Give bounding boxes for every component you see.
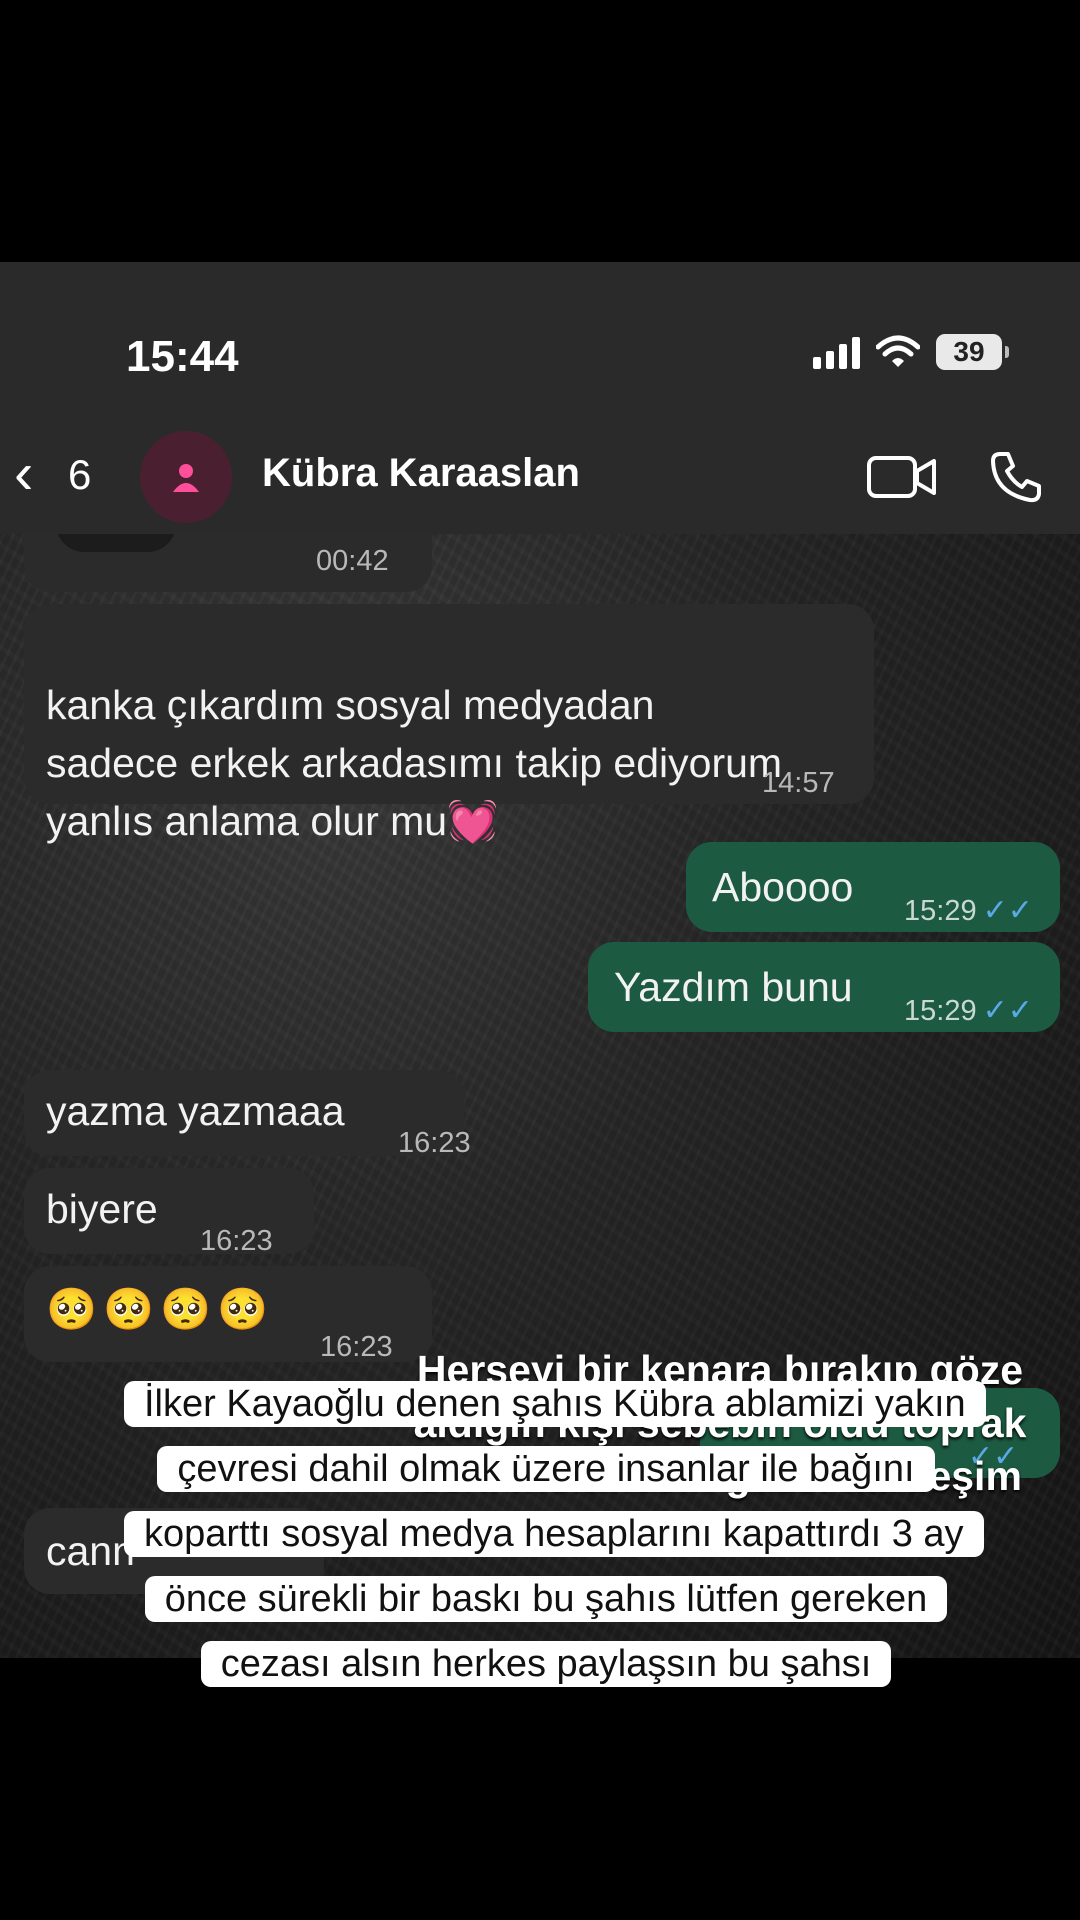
message-bubble-incoming[interactable]: kanka çıkardım sosyal medyadan sadece er… (24, 604, 874, 844)
phone-call-icon[interactable] (988, 449, 1044, 505)
message-text: kanka çıkardım sosyal medyadan sadece er… (46, 682, 783, 844)
message-time: 16:23 (320, 1331, 393, 1363)
top-bar: 15:44 39 ‹ 6 Kübra Karaaslan (0, 262, 1080, 534)
message-text: Yazdım bunu (614, 964, 853, 1010)
message-time: 16:23 (398, 1127, 471, 1159)
message-time: 00:42 (316, 545, 389, 577)
message-time: 14:57 (762, 767, 835, 799)
message-time: 15:29 (904, 895, 977, 927)
contact-name[interactable]: Kübra Karaaslan (262, 451, 580, 496)
message-time-row: 15:29 ✓✓ (904, 882, 1033, 940)
message-text: 🥺🥺🥺🥺 (46, 1286, 275, 1332)
message-bubble-incoming[interactable]: yazma yazmaaa 16:23 (24, 1070, 471, 1159)
message-time: 16:23 (200, 1225, 273, 1257)
message-text: biyere (46, 1186, 158, 1232)
video-call-icon[interactable] (866, 453, 938, 501)
battery-icon: 39 (936, 334, 1009, 370)
status-icons: 39 (813, 334, 1009, 370)
person-icon (173, 464, 199, 492)
read-ticks-icon: ✓✓ (982, 894, 1033, 927)
status-time: 15:44 (126, 332, 239, 381)
message-bubble-outgoing[interactable]: Aboooo 15:29 ✓✓ (686, 842, 1060, 932)
unread-count[interactable]: 6 (68, 451, 91, 499)
message-bubble-incoming[interactable]: biyere 16:23 (24, 1168, 314, 1257)
message-text: Aboooo (712, 864, 854, 910)
message-bubble-incoming[interactable]: 🥺🥺🥺🥺 16:23 (24, 1266, 432, 1363)
heart-emoji: 💓 (447, 798, 499, 844)
wifi-icon (876, 335, 920, 367)
message-time: 15:29 (904, 995, 977, 1027)
message-bubble-outgoing[interactable]: Yazdım bunu 15:29 ✓✓ (588, 942, 1060, 1032)
avatar[interactable] (140, 431, 232, 523)
video-caption-text: İlker Kayaoğlu denen şahıs Kübra ablamiz… (124, 1381, 986, 1687)
chat-header: ‹ 6 Kübra Karaaslan (0, 427, 1080, 527)
message-time-row: 15:29 ✓✓ (904, 982, 1033, 1040)
read-ticks-icon: ✓✓ (982, 994, 1033, 1027)
message-text: cann (46, 1528, 135, 1574)
message-text: yazma yazmaaa (46, 1088, 345, 1134)
back-chevron-icon[interactable]: ‹ (14, 439, 33, 509)
signal-icon (813, 335, 860, 369)
video-caption: İlker Kayaoğlu denen şahıs Kübra ablamiz… (124, 1372, 986, 1697)
